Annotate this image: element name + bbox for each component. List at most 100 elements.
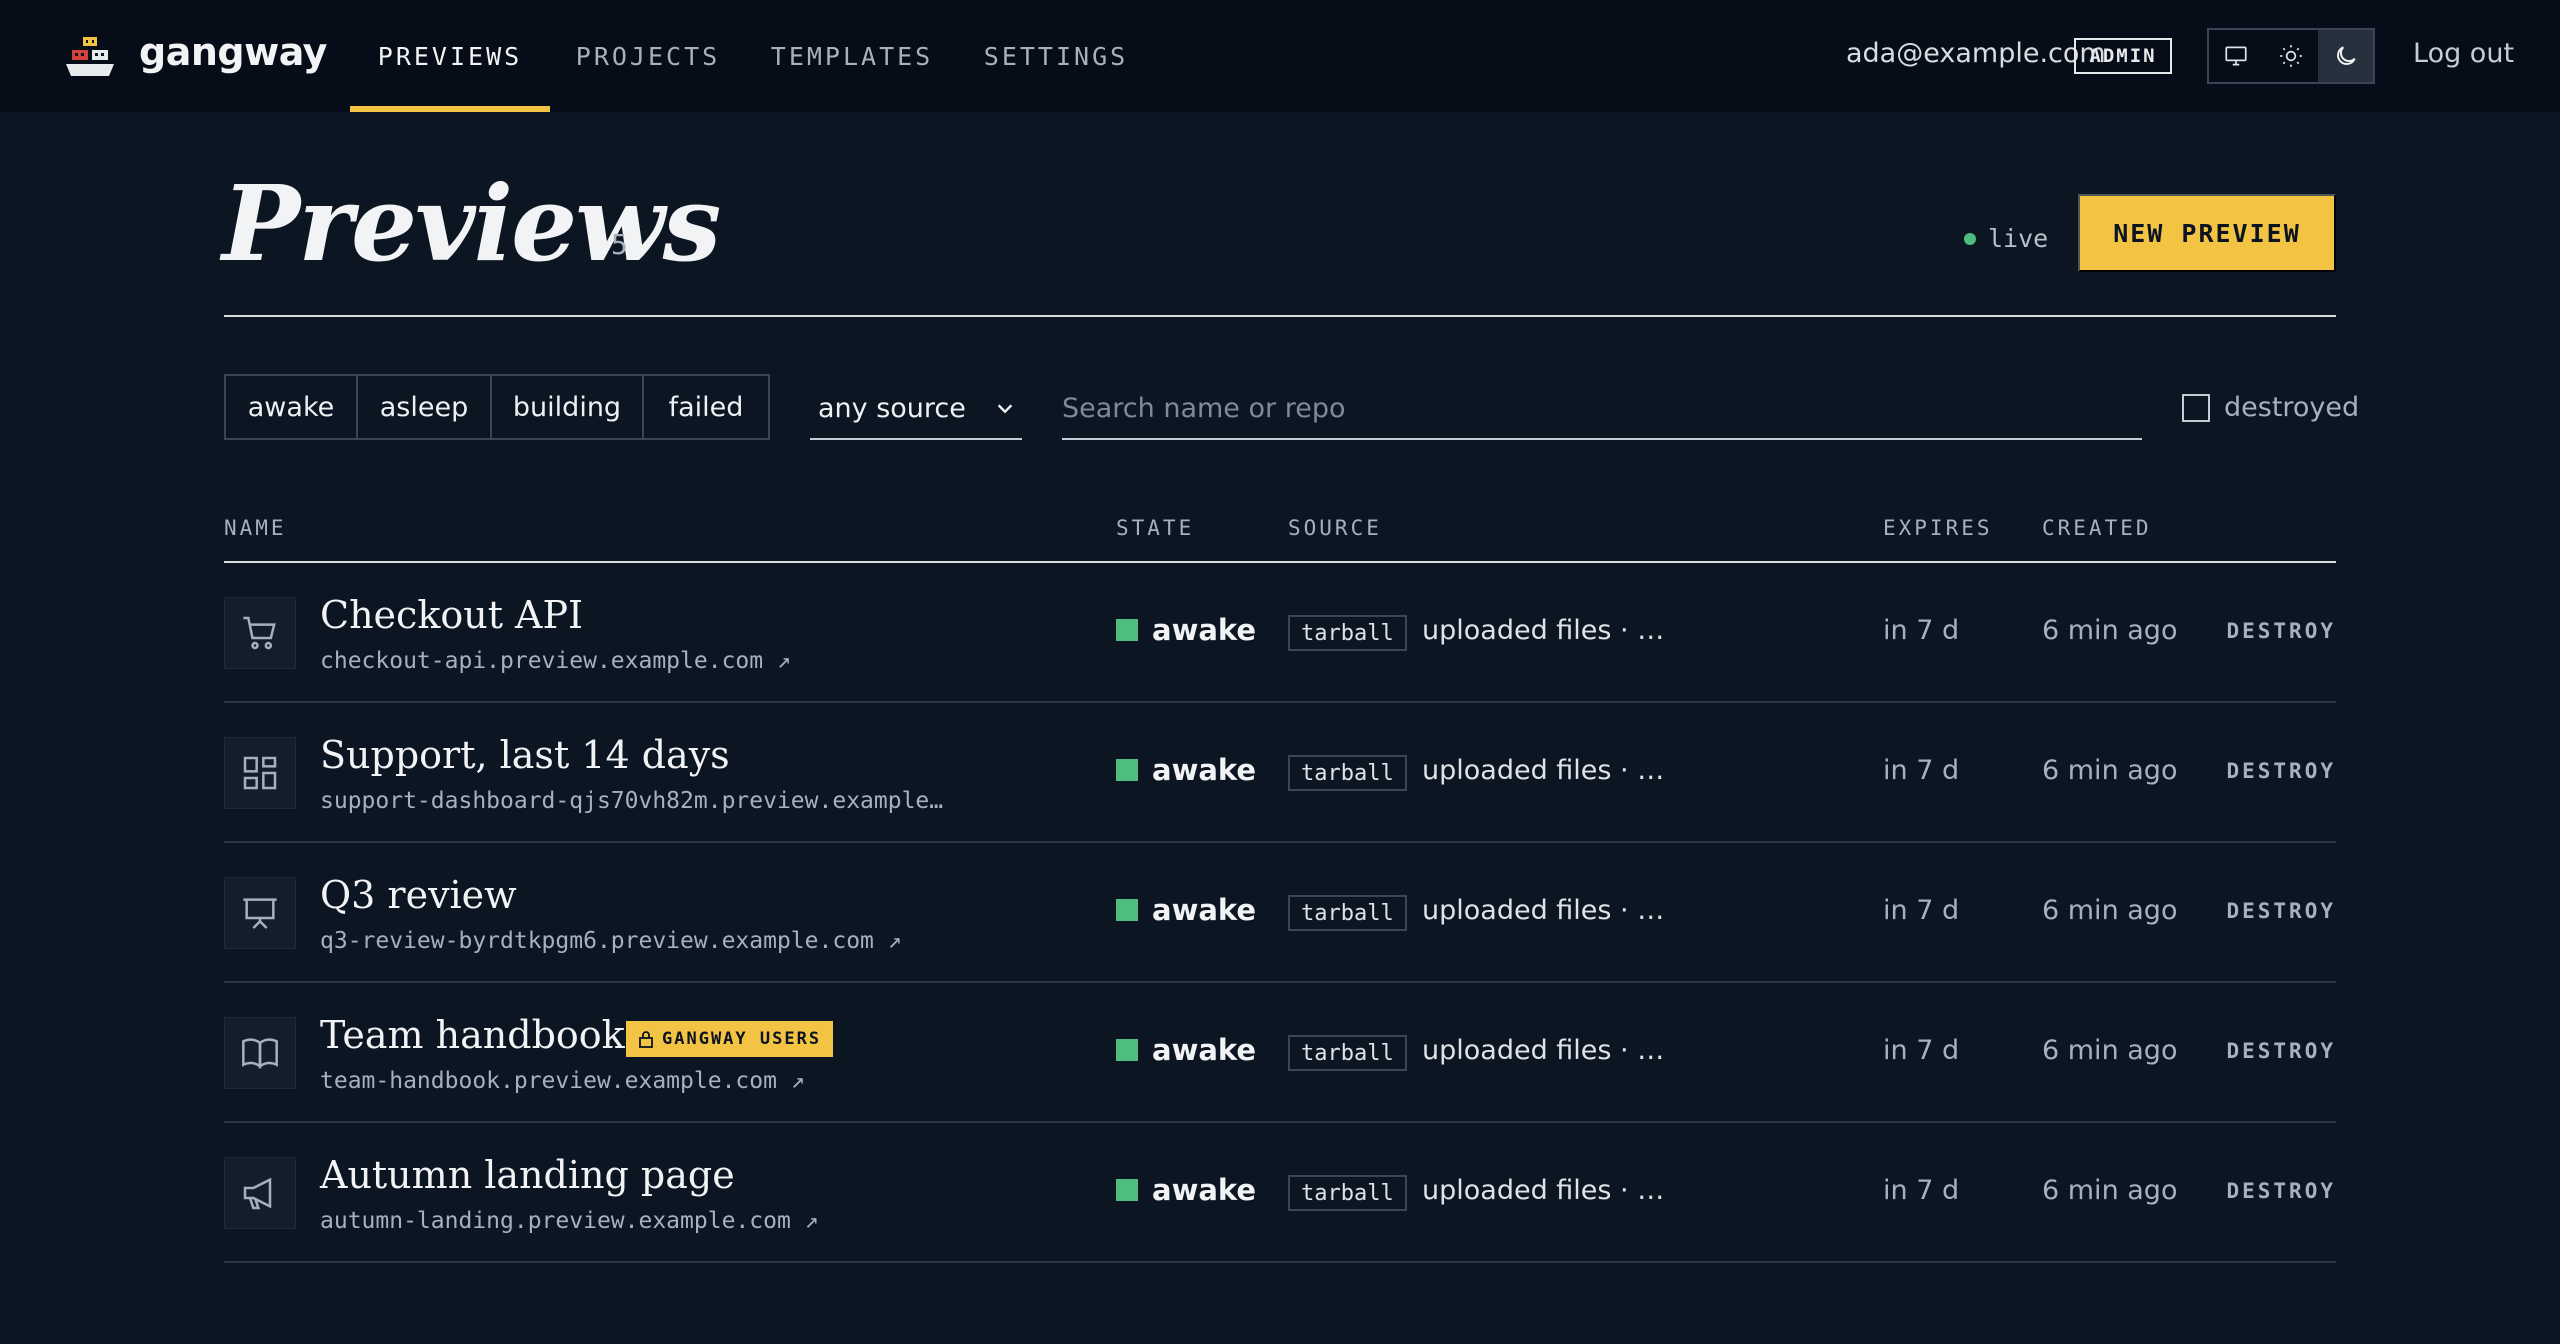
preview-url-text: autumn-landing.preview.example.com: [320, 1208, 791, 1234]
tab-projects[interactable]: PROJECTS: [566, 0, 730, 112]
preview-name[interactable]: Q3 review: [320, 873, 517, 917]
tab-settings[interactable]: SETTINGS: [976, 0, 1136, 112]
live-indicator: live: [1964, 224, 2048, 253]
book-icon: [242, 1038, 278, 1069]
preview-count: 5: [611, 228, 628, 261]
page-title: Previews: [222, 162, 721, 285]
megaphone-icon: [243, 1177, 272, 1210]
preview-name[interactable]: Support, last 14 days: [320, 733, 730, 777]
source-select[interactable]: any source: [810, 378, 1022, 440]
awake-status-icon: [1116, 899, 1138, 921]
state-cell: awake: [1116, 1173, 1256, 1207]
preview-name[interactable]: Team handbook: [320, 1013, 625, 1057]
sun-icon: [2280, 45, 2302, 67]
expires-value: in 7 d: [1883, 1175, 1960, 1206]
table-row: Checkout API checkout-api.preview.exampl…: [224, 563, 2336, 703]
preview-name[interactable]: Autumn landing page: [320, 1153, 735, 1197]
created-value: 6 min ago: [2042, 1035, 2178, 1066]
table-row: Q3 review q3-review-byrdtkpgm6.preview.e…: [224, 843, 2336, 983]
preview-url[interactable]: checkout-api.preview.example.com ↗: [320, 648, 791, 674]
preview-url[interactable]: q3-review-byrdtkpgm6.preview.example.com…: [320, 928, 902, 954]
row-icon: [224, 877, 296, 949]
destroy-button[interactable]: DESTROY: [2226, 899, 2336, 923]
column-header-expires: EXPIRES: [1883, 516, 1993, 540]
table-row: Team handbook GANGWAY USERS team-handboo…: [224, 983, 2336, 1123]
created-value: 6 min ago: [2042, 755, 2178, 786]
preview-url[interactable]: support-dashboard-qjs70vh82m.preview.exa…: [320, 788, 950, 814]
live-label: live: [1988, 224, 2049, 253]
theme-system-button[interactable]: [2209, 30, 2264, 82]
row-icon: [224, 597, 296, 669]
expires-value: in 7 d: [1883, 895, 1960, 926]
state-label: awake: [1152, 1173, 1257, 1207]
logout-link[interactable]: Log out: [2413, 38, 2514, 69]
destroy-button[interactable]: DESTROY: [2226, 759, 2336, 783]
destroyed-toggle[interactable]: destroyed: [2182, 392, 2359, 423]
source-description: uploaded files · node + postgres 18: [1422, 615, 1676, 646]
column-header-name: NAME: [224, 516, 287, 540]
expires-value: in 7 d: [1883, 1035, 1960, 1066]
app-name[interactable]: gangway: [139, 30, 327, 74]
source-select-value: any source: [818, 392, 966, 424]
theme-light-button[interactable]: [2264, 30, 2319, 82]
new-preview-button[interactable]: NEW PREVIEW: [2078, 194, 2336, 272]
cart-icon: [243, 616, 276, 650]
row-icon: [224, 1017, 296, 1089]
awake-status-icon: [1116, 619, 1138, 641]
created-value: 6 min ago: [2042, 1175, 2178, 1206]
preview-url-text: checkout-api.preview.example.com: [320, 648, 764, 674]
destroy-button[interactable]: DESTROY: [2226, 1179, 2336, 1203]
source-description: uploaded files · static · served by gang…: [1422, 1035, 1676, 1066]
lock-icon: [639, 1031, 653, 1048]
destroy-button[interactable]: DESTROY: [2226, 1039, 2336, 1063]
preview-url[interactable]: team-handbook.preview.example.com ↗: [320, 1068, 805, 1094]
source-description: uploaded files · static · served by gang…: [1422, 895, 1676, 926]
access-badge-label: GANGWAY USERS: [662, 1029, 822, 1049]
state-cell: awake: [1116, 613, 1256, 647]
state-label: awake: [1152, 893, 1257, 927]
theme-dark-button[interactable]: [2318, 30, 2374, 82]
state-cell: awake: [1116, 893, 1256, 927]
top-nav-bar: gangway PREVIEWS PROJECTS TEMPLATES SETT…: [0, 0, 2560, 112]
destroyed-checkbox[interactable]: [2182, 393, 2210, 422]
source-type-tag: tarball: [1288, 615, 1407, 651]
external-link-icon: ↗: [776, 648, 791, 674]
awake-status-icon: [1116, 1039, 1138, 1061]
theme-switcher: [2207, 28, 2375, 84]
source-type-tag: tarball: [1288, 1175, 1407, 1211]
tab-templates[interactable]: TEMPLATES: [762, 0, 942, 112]
expires-value: in 7 d: [1883, 615, 1960, 646]
column-header-created: CREATED: [2042, 516, 2152, 540]
column-header-state: STATE: [1116, 516, 1195, 540]
header-divider: [224, 315, 2336, 317]
table-row: Autumn landing page autumn-landing.previ…: [224, 1123, 2336, 1263]
column-header-source: SOURCE: [1288, 516, 1382, 540]
filter-asleep[interactable]: asleep: [358, 376, 492, 438]
destroy-button[interactable]: DESTROY: [2226, 619, 2336, 643]
state-label: awake: [1152, 1033, 1257, 1067]
filter-failed[interactable]: failed: [644, 376, 768, 438]
live-dot-icon: [1964, 232, 1976, 245]
external-link-icon: ↗: [887, 928, 902, 954]
state-label: awake: [1152, 613, 1257, 647]
external-link-icon: ↗: [804, 1208, 819, 1234]
search-field: [1062, 378, 2142, 440]
preview-name[interactable]: Checkout API: [320, 593, 583, 637]
filter-building[interactable]: building: [492, 376, 644, 438]
gangway-logo-icon[interactable]: [66, 36, 114, 78]
source-description: uploaded files · static · served by gang…: [1422, 1175, 1676, 1206]
state-label: awake: [1152, 753, 1257, 787]
state-cell: awake: [1116, 1033, 1256, 1067]
source-description: uploaded files · static · served by gang…: [1422, 755, 1676, 786]
user-email: ada@example.com: [1846, 38, 2106, 69]
presentation-icon: [243, 898, 277, 929]
awake-status-icon: [1116, 1179, 1138, 1201]
awake-status-icon: [1116, 759, 1138, 781]
role-badge: ADMIN: [2074, 38, 2172, 74]
filter-awake[interactable]: awake: [226, 376, 358, 438]
search-input[interactable]: [1062, 378, 2142, 438]
tab-previews[interactable]: PREVIEWS: [350, 0, 550, 112]
dashboard-icon: [243, 756, 277, 790]
preview-url[interactable]: autumn-landing.preview.example.com ↗: [320, 1208, 819, 1234]
preview-url-text: q3-review-byrdtkpgm6.preview.example.com: [320, 928, 874, 954]
